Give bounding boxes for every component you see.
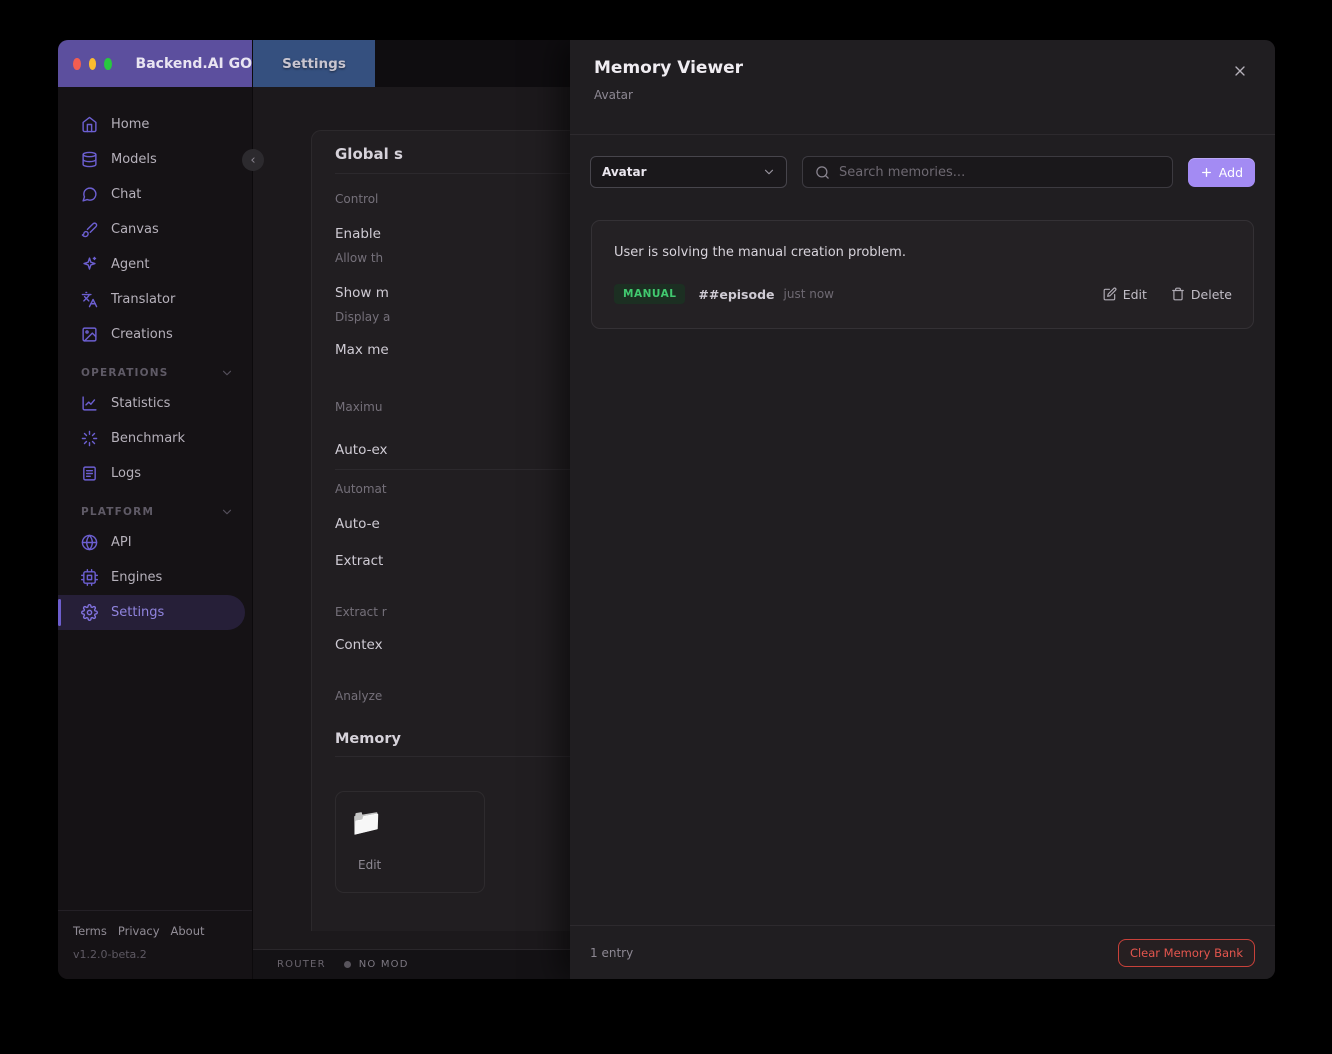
chevron-down-icon xyxy=(220,505,234,519)
search-box xyxy=(802,156,1173,188)
privacy-link[interactable]: Privacy xyxy=(118,924,160,938)
paintbrush-icon xyxy=(81,221,98,238)
app-title: Backend.AI GO xyxy=(136,56,252,72)
edit-button-label: Edit xyxy=(1123,287,1147,302)
tab-settings[interactable]: Settings xyxy=(253,40,375,87)
memory-text: User is solving the manual creation prob… xyxy=(614,245,1232,260)
sidebar-item-canvas[interactable]: Canvas xyxy=(58,212,252,247)
clear-memory-bank-button[interactable]: Clear Memory Bank xyxy=(1118,939,1255,967)
sidebar-item-models[interactable]: Models xyxy=(58,142,252,177)
sidebar-item-statistics[interactable]: Statistics xyxy=(58,386,252,421)
sidebar-item-label: Benchmark xyxy=(111,431,185,446)
sparkles-icon xyxy=(81,256,98,273)
modal-footer: 1 entry Clear Memory Bank xyxy=(570,925,1275,979)
sidebar-item-label: Settings xyxy=(111,605,164,620)
delete-memory-button[interactable]: Delete xyxy=(1171,287,1232,302)
chart-icon xyxy=(81,395,98,412)
edit-memory-button[interactable]: Edit xyxy=(1103,287,1147,302)
sidebar-item-label: Home xyxy=(111,117,149,132)
sidebar-footer: Terms Privacy About v1.2.0-beta.2 xyxy=(58,910,252,979)
loader-icon xyxy=(81,430,98,447)
sidebar-item-label: Logs xyxy=(111,466,141,481)
sidebar-item-label: Engines xyxy=(111,570,162,585)
memory-source-badge: MANUAL xyxy=(614,284,685,304)
window-maximize-button[interactable] xyxy=(104,58,112,70)
memory-tag: ##episode xyxy=(698,287,774,302)
sidebar-item-label: Creations xyxy=(111,327,173,342)
gear-icon xyxy=(81,604,98,621)
modal-subtitle: Avatar xyxy=(594,88,1251,102)
sidebar-item-chat[interactable]: Chat xyxy=(58,177,252,212)
sidebar-item-label: Canvas xyxy=(111,222,159,237)
window-close-button[interactable] xyxy=(73,58,81,70)
sidebar-collapse-button[interactable]: ‹ xyxy=(242,149,264,171)
titlebar: Backend.AI GO xyxy=(58,40,252,87)
settings-page: Settings ‹ Global s Control Enable Allow… xyxy=(253,40,1275,979)
sidebar: Backend.AI GO Home Models Chat Canvas Ag… xyxy=(58,40,253,979)
about-link[interactable]: About xyxy=(171,924,205,938)
plus-icon xyxy=(1200,166,1213,179)
sidebar-item-engines[interactable]: Engines xyxy=(58,560,252,595)
sidebar-section-platform[interactable]: PLATFORM xyxy=(58,505,252,519)
memory-viewer-modal: Memory Viewer Avatar Avatar Add xyxy=(570,40,1275,979)
app-window: Backend.AI GO Home Models Chat Canvas Ag… xyxy=(58,40,1275,979)
languages-icon xyxy=(81,291,98,308)
modal-title: Memory Viewer xyxy=(594,58,1251,78)
memory-entry-card: User is solving the manual creation prob… xyxy=(591,220,1254,329)
search-input[interactable] xyxy=(839,165,1160,180)
sidebar-item-api[interactable]: API xyxy=(58,525,252,560)
sidebar-item-home[interactable]: Home xyxy=(58,107,252,142)
memory-actions: Edit Delete xyxy=(1103,287,1232,302)
chevron-down-icon xyxy=(762,165,776,179)
entry-count: 1 entry xyxy=(590,946,633,960)
cpu-icon xyxy=(81,569,98,586)
sidebar-item-settings[interactable]: Settings xyxy=(58,595,245,630)
sidebar-item-label: Translator xyxy=(111,292,175,307)
memory-meta-row: MANUAL ##episode just now Edit Delete xyxy=(614,284,1232,304)
document-icon xyxy=(81,465,98,482)
chevron-down-icon xyxy=(220,366,234,380)
add-button-label: Add xyxy=(1219,165,1243,180)
chat-icon xyxy=(81,186,98,203)
window-minimize-button[interactable] xyxy=(89,58,97,70)
app-version: v1.2.0-beta.2 xyxy=(73,948,237,961)
folder-icon: 📁 xyxy=(350,810,382,836)
modal-header: Memory Viewer Avatar xyxy=(570,40,1275,135)
sidebar-item-logs[interactable]: Logs xyxy=(58,456,252,491)
edit-icon xyxy=(1103,287,1117,301)
sidebar-nav: Home Models Chat Canvas Agent Translator xyxy=(58,87,252,630)
memory-list: User is solving the manual creation prob… xyxy=(570,188,1275,925)
sidebar-item-creations[interactable]: Creations xyxy=(58,317,252,352)
section-label: PLATFORM xyxy=(81,506,154,518)
image-icon xyxy=(81,326,98,343)
router-status-label: ROUTER xyxy=(277,959,326,970)
sidebar-item-agent[interactable]: Agent xyxy=(58,247,252,282)
sidebar-item-label: Chat xyxy=(111,187,141,202)
memory-bank-card-label: Edit xyxy=(350,858,381,872)
sidebar-item-label: Agent xyxy=(111,257,149,272)
sidebar-item-benchmark[interactable]: Benchmark xyxy=(58,421,252,456)
add-memory-button[interactable]: Add xyxy=(1188,158,1255,187)
home-icon xyxy=(81,116,98,133)
terms-link[interactable]: Terms xyxy=(73,924,107,938)
select-value: Avatar xyxy=(602,165,647,179)
globe-icon xyxy=(81,534,98,551)
search-icon xyxy=(815,165,830,180)
memory-type-select[interactable]: Avatar xyxy=(590,156,787,188)
modal-toolbar: Avatar Add xyxy=(570,135,1275,188)
sidebar-item-label: Statistics xyxy=(111,396,170,411)
section-label: OPERATIONS xyxy=(81,367,169,379)
sidebar-item-label: API xyxy=(111,535,132,550)
mode-status-label: NO MOD xyxy=(359,959,409,970)
memory-timestamp: just now xyxy=(784,287,834,301)
sidebar-section-operations[interactable]: OPERATIONS xyxy=(58,366,252,380)
status-dot-icon xyxy=(344,961,351,968)
sidebar-item-label: Models xyxy=(111,152,157,167)
database-icon xyxy=(81,151,98,168)
delete-button-label: Delete xyxy=(1191,287,1232,302)
memory-bank-card[interactable]: 📁 Edit xyxy=(335,791,485,893)
sidebar-item-translator[interactable]: Translator xyxy=(58,282,252,317)
close-icon[interactable] xyxy=(1227,58,1253,84)
trash-icon xyxy=(1171,287,1185,301)
